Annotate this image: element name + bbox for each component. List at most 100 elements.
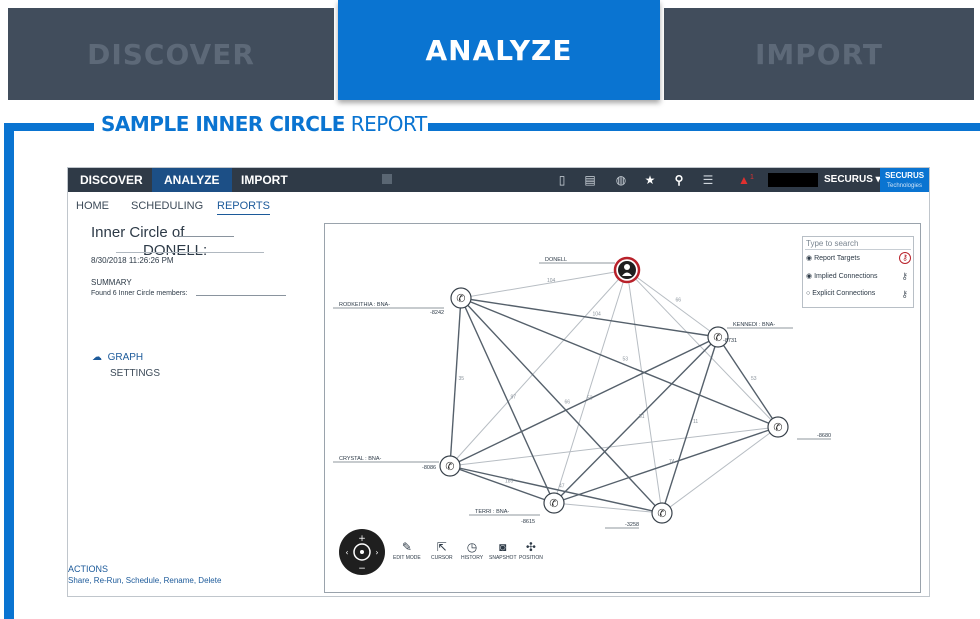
graph-node-right[interactable]: ✆ — [767, 416, 789, 438]
graph-edge[interactable] — [626, 269, 779, 428]
graph-node-terri[interactable]: ✆ — [543, 492, 565, 514]
node-label: DONELL — [545, 257, 567, 263]
key-icon[interactable]: ⚷ — [901, 271, 908, 282]
nav-discover[interactable]: DISCOVER — [80, 168, 143, 192]
nav-analyze[interactable]: ANALYZE — [152, 168, 232, 192]
legend-row-implied[interactable]: ◉ Implied Connections — [806, 272, 878, 280]
cursor-tool[interactable]: ⇱ CURSOR — [431, 539, 453, 561]
checklist-icon[interactable]: ☰ — [700, 172, 716, 188]
key-icon[interactable]: ⚷ — [901, 289, 908, 300]
graph-edge[interactable] — [661, 336, 719, 514]
key-icon[interactable]: ⚷ — [899, 252, 911, 264]
tool-label: SNAPSHOT — [489, 555, 517, 561]
graph-node-crystal[interactable]: ✆ — [439, 455, 461, 477]
edge-weight-label: 47 — [559, 484, 565, 490]
edge-weight-label: 53 — [587, 396, 593, 402]
graph-edge[interactable] — [460, 297, 555, 504]
node-number-suffix: -8680 — [817, 433, 831, 439]
top-tab-bar: DISCOVER IMPORT ANALYZE — [0, 0, 980, 100]
graph-link[interactable]: ☁ GRAPH — [92, 352, 143, 363]
legend-row-explicit[interactable]: ○ Explicit Connections — [806, 290, 875, 297]
history-icon: ◷ — [466, 540, 478, 554]
star-icon[interactable]: ★ — [642, 172, 658, 188]
edge-weight-label: 53 — [623, 357, 629, 363]
subnav-scheduling[interactable]: SCHEDULING — [131, 200, 203, 212]
node-number-suffix: -8086 — [422, 465, 436, 471]
graph-edge[interactable] — [449, 336, 719, 467]
phone-icon: ✆ — [773, 421, 782, 434]
node-label: CRYSTAL : BNA- — [339, 456, 382, 462]
nav-import[interactable]: IMPORT — [241, 168, 288, 192]
graph-edge[interactable] — [460, 297, 779, 428]
graph-label: GRAPH — [107, 352, 144, 363]
graph-edge[interactable] — [449, 269, 628, 467]
graph-edge[interactable] — [460, 297, 719, 338]
node-number-suffix: -8615 — [521, 519, 535, 525]
graph-edge[interactable] — [626, 269, 719, 338]
tool-label: EDIT MODE — [393, 555, 421, 561]
graph-edge[interactable] — [717, 336, 779, 428]
list-icon[interactable]: ▤ — [582, 172, 598, 188]
phone-icon: ✆ — [549, 497, 558, 510]
summary-label: SUMMARY — [91, 278, 132, 287]
svg-text:−: − — [358, 564, 366, 574]
actions-links[interactable]: Share, Re-Run, Schedule, Rename, Delete — [68, 576, 221, 585]
tab-discover[interactable]: DISCOVER — [8, 8, 334, 100]
report-side-panel: Inner Circle of DONELL: 8/30/2018 11:26:… — [68, 218, 318, 596]
subnav-reports[interactable]: REPORTS — [217, 200, 270, 215]
graph-edge[interactable] — [449, 465, 555, 504]
position-tool[interactable]: ✣ POSITION — [519, 539, 543, 561]
edge-weight-label: 104 — [547, 278, 556, 284]
edge-weight-label: 51 — [639, 414, 645, 420]
legend-search-input[interactable]: Type to search — [806, 239, 858, 248]
pan-zoom-icon: + − ‹ › — [345, 534, 378, 574]
legend-targets-label: Report Targets — [814, 255, 860, 262]
legend-row-targets[interactable]: ◉ Report Targets — [806, 254, 860, 262]
svg-text:+: + — [358, 534, 366, 544]
section-title-bold: SAMPLE INNER CIRCLE — [101, 112, 345, 136]
graph-edge[interactable] — [661, 426, 779, 514]
section-frame-top-right — [428, 123, 980, 131]
person-head — [624, 264, 630, 270]
phone-icon: ✆ — [456, 292, 465, 305]
user-menu[interactable]: SECURUS ▾ — [824, 168, 881, 192]
graph-node-donell[interactable] — [613, 256, 641, 284]
graph-edge[interactable] — [460, 269, 628, 299]
tool-label: CURSOR — [431, 555, 453, 561]
graph-edge[interactable] — [449, 297, 462, 467]
legend-divider — [805, 249, 911, 250]
settings-link[interactable]: SETTINGS — [110, 368, 160, 379]
edge-weight-label: 53 — [751, 376, 757, 382]
tab-analyze[interactable]: ANALYZE — [338, 0, 660, 100]
pencil-icon: ✎ — [401, 540, 412, 554]
history-tool[interactable]: ◷ HISTORY — [461, 539, 483, 561]
graph-edge[interactable] — [553, 502, 663, 514]
search-icon[interactable]: ⚲ — [671, 172, 687, 188]
edit-mode-tool[interactable]: ✎ EDIT MODE — [393, 539, 421, 561]
redaction-line — [196, 295, 286, 296]
actions-label: ACTIONS — [68, 564, 109, 574]
section-frame-top-left — [4, 123, 94, 131]
edge-weight-label: 35 — [459, 376, 465, 382]
svg-text:‹: ‹ — [345, 548, 348, 557]
graph-edge[interactable] — [553, 426, 779, 504]
tab-import[interactable]: IMPORT — [664, 8, 974, 100]
snapshot-tool[interactable]: ◙ SNAPSHOT — [489, 539, 517, 561]
subnav-home[interactable]: HOME — [76, 200, 109, 212]
tool-label: HISTORY — [461, 555, 484, 561]
document-icon[interactable]: ▯ — [554, 172, 570, 188]
found-members-text: Found 6 Inner Circle members: — [91, 290, 188, 297]
graph-canvas[interactable]: 104 53 35 97 66 53 51 11 185 47 74 53 104 66 DONELL ✆ RO… — [324, 223, 921, 593]
graph-edge[interactable] — [449, 426, 779, 467]
graph-node-bottom[interactable]: ✆ — [651, 502, 673, 524]
graph-node-kennedi[interactable]: ✆ — [707, 326, 729, 348]
section-title: SAMPLE INNER CIRCLE REPORT — [101, 112, 427, 136]
node-number-suffix: -8242 — [430, 310, 444, 316]
globe-icon[interactable]: ◍ — [613, 172, 629, 188]
securus-logo: SECURUS Technologies — [880, 168, 929, 192]
square-icon[interactable] — [382, 174, 392, 184]
redacted-username — [768, 173, 818, 187]
edge-weight-label: 185 — [505, 479, 514, 485]
graph-node-rodkeithia[interactable]: ✆ — [450, 287, 472, 309]
pan-zoom-control[interactable]: + − ‹ › — [339, 529, 385, 575]
